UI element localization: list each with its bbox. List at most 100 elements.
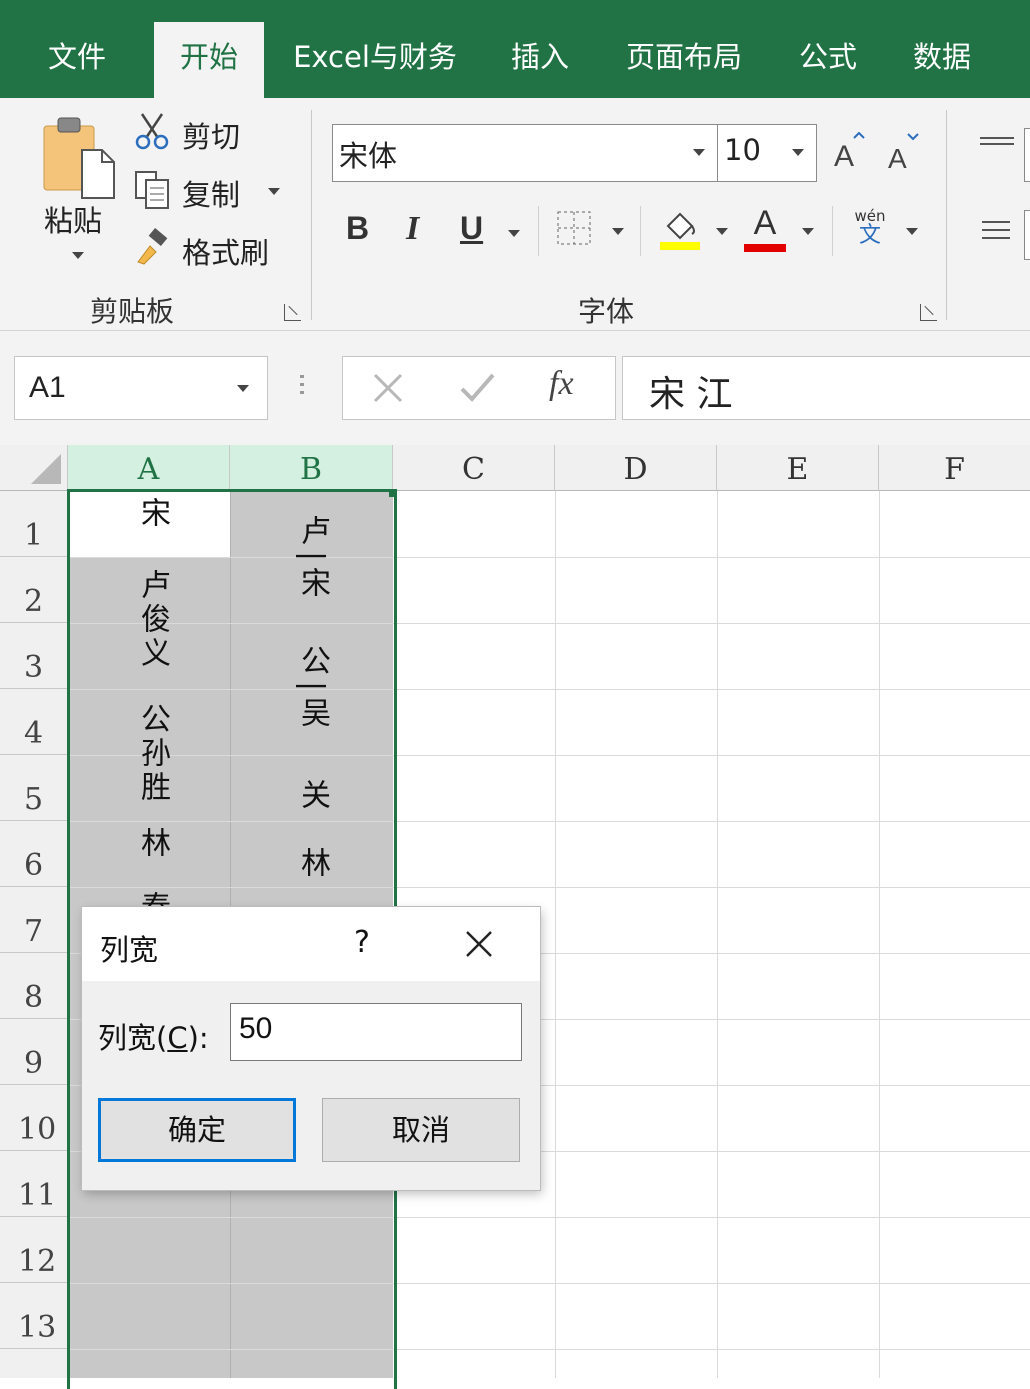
fill-color-icon[interactable] <box>658 206 704 252</box>
italic-button[interactable]: I <box>406 210 419 248</box>
dialog-title: 列宽 <box>100 933 159 967</box>
chevron-down-icon[interactable] <box>237 385 249 392</box>
alignment-control[interactable] <box>1024 210 1030 260</box>
font-name-combo[interactable]: 宋体 <box>332 124 718 182</box>
chevron-down-icon[interactable] <box>792 149 804 156</box>
svg-text:A: A <box>834 140 854 172</box>
group-separator <box>946 110 947 320</box>
tab-page-layout[interactable]: 页面布局 <box>612 22 756 98</box>
chevron-down-icon[interactable] <box>268 188 280 195</box>
row-header-4[interactable]: 4 <box>0 689 68 755</box>
font-dialog-launcher-icon[interactable] <box>920 304 937 321</box>
underline-button[interactable]: U <box>460 210 483 247</box>
font-size-combo[interactable]: 10 <box>717 124 817 182</box>
splitter-handle[interactable] <box>300 375 304 401</box>
row-header-7[interactable]: 7 <box>0 887 68 953</box>
ok-button[interactable]: 确定 <box>98 1098 296 1162</box>
chevron-down-icon[interactable] <box>612 228 624 235</box>
row-header-5[interactable]: 5 <box>0 755 68 821</box>
dialog-title-bar[interactable]: 列宽 ? <box>82 907 540 981</box>
decrease-font-size-icon[interactable]: A <box>886 132 922 172</box>
phonetic-guide-button[interactable]: wén 文 <box>850 208 890 248</box>
separator <box>640 206 641 256</box>
alignment-control[interactable] <box>1024 128 1030 182</box>
row-header-3[interactable]: 3 <box>0 623 68 689</box>
insert-function-icon[interactable]: fx <box>549 365 574 403</box>
clipboard-group-label: 剪贴板 <box>90 295 175 328</box>
cut-label: 剪切 <box>182 120 241 154</box>
row-header-11[interactable]: 11 <box>0 1151 68 1217</box>
help-icon[interactable]: ? <box>354 925 370 960</box>
format-painter-icon <box>137 228 168 265</box>
svg-text:A: A <box>888 143 907 172</box>
phonetic-bottom: 文 <box>858 223 881 248</box>
column-header-e[interactable]: E <box>717 445 879 491</box>
separator <box>538 206 539 256</box>
font-color-icon[interactable]: A <box>744 204 786 252</box>
ribbon-tab-bar: 文件 开始 Excel与财务 插入 页面布局 公式 数据 <box>0 0 1030 98</box>
row-header-10[interactable]: 10 <box>0 1085 68 1151</box>
tab-file[interactable]: 文件 <box>22 22 132 98</box>
align-left-icon[interactable] <box>980 218 1020 244</box>
paste-icon <box>43 117 115 199</box>
copy-button[interactable]: 复制 <box>134 170 284 212</box>
phonetic-top: wén <box>854 207 886 225</box>
chevron-down-icon[interactable] <box>508 230 520 237</box>
font-color-swatch <box>744 244 786 252</box>
paste-label: 粘贴 <box>44 204 103 238</box>
row-header-8[interactable]: 8 <box>0 953 68 1019</box>
name-box[interactable]: A1 <box>14 356 268 420</box>
font-name-value: 宋体 <box>339 139 398 173</box>
chevron-down-icon[interactable] <box>693 149 705 156</box>
top-align-icon[interactable] <box>978 134 1018 154</box>
increase-font-size-icon[interactable]: A <box>832 132 868 172</box>
cancel-button[interactable]: 取消 <box>322 1098 520 1162</box>
select-all-button[interactable] <box>0 445 68 491</box>
formula-input[interactable]: 宋 江 <box>622 356 1030 420</box>
row-header-13[interactable]: 13 <box>0 1283 68 1349</box>
column-header-a[interactable]: A <box>68 445 230 491</box>
column-header-d[interactable]: D <box>555 445 717 491</box>
tab-excel-finance[interactable]: Excel与财务 <box>280 22 470 98</box>
column-width-label: 列宽(C): <box>98 1015 209 1057</box>
formula-bar-area: A1 fx 宋 江 <box>0 331 1030 445</box>
clipboard-dialog-launcher-icon[interactable] <box>284 304 301 321</box>
column-header-b[interactable]: B <box>230 445 393 491</box>
name-box-value: A1 <box>29 371 66 404</box>
gridline <box>879 491 880 1378</box>
label-suffix: ): <box>187 1021 209 1055</box>
cancel-entry-icon[interactable] <box>371 371 405 405</box>
bold-button[interactable]: B <box>346 210 369 247</box>
tab-formulas[interactable]: 公式 <box>778 22 878 98</box>
borders-icon[interactable] <box>556 210 594 248</box>
column-width-dialog: 列宽 ? 列宽(C): 50 确定 取消 <box>82 907 540 1190</box>
column-header-c[interactable]: C <box>393 445 555 491</box>
paste-button[interactable]: 粘贴 <box>34 114 122 274</box>
column-width-input[interactable]: 50 <box>230 1003 522 1061</box>
chevron-down-icon[interactable] <box>716 228 728 235</box>
group-separator <box>311 110 312 320</box>
gridline <box>555 491 556 1378</box>
row-header-2[interactable]: 2 <box>0 557 68 623</box>
confirm-entry-icon[interactable] <box>459 371 497 405</box>
format-painter-label: 格式刷 <box>182 236 270 270</box>
row-header-6[interactable]: 6 <box>0 821 68 887</box>
row-header-12[interactable]: 12 <box>0 1217 68 1283</box>
column-header-f[interactable]: F <box>879 445 1030 491</box>
row-header-9[interactable]: 9 <box>0 1019 68 1085</box>
row-header-1[interactable]: 1 <box>0 491 68 557</box>
chevron-down-icon[interactable] <box>906 228 918 235</box>
font-group-label: 字体 <box>578 295 635 328</box>
tab-insert[interactable]: 插入 <box>490 22 590 98</box>
row-header-14[interactable] <box>0 1349 68 1378</box>
format-painter-button[interactable]: 格式刷 <box>134 228 284 270</box>
copy-icon <box>135 171 169 209</box>
chevron-down-icon[interactable] <box>802 228 814 235</box>
tab-home[interactable]: 开始 <box>154 22 264 98</box>
formula-buttons: fx <box>342 356 616 420</box>
scissors-icon <box>135 113 169 150</box>
close-icon[interactable] <box>464 929 494 959</box>
cut-button[interactable]: 剪切 <box>134 112 264 154</box>
tab-data[interactable]: 数据 <box>892 22 992 98</box>
fill-handle[interactable] <box>389 489 397 497</box>
